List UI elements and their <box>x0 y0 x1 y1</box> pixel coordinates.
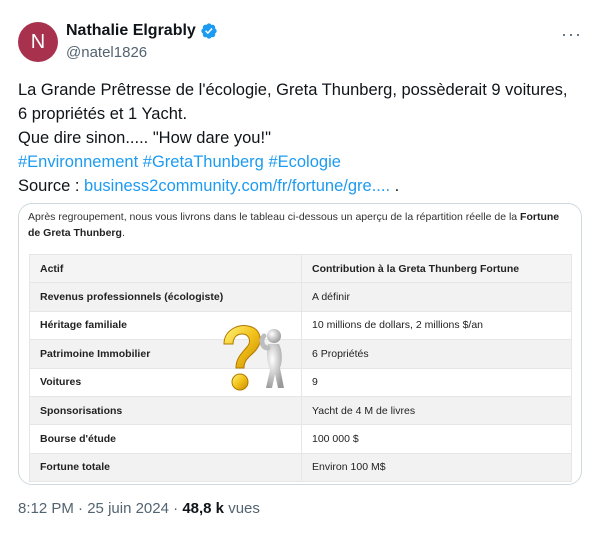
table-cell-asset: Sponsorisations <box>29 395 302 426</box>
tweet-text: La Grande Prêtresse de l'écologie, Greta… <box>18 78 588 198</box>
more-options-icon[interactable]: ··· <box>561 24 582 45</box>
tweet-line-3: Que dire sinon..... "How dare you!" <box>18 129 271 147</box>
tweet-line-2: 6 propriétés et 1 Yacht. <box>18 105 188 123</box>
table-cell-asset: Bourse d'étude <box>29 424 302 454</box>
table-cell-value: Environ 100 M$ <box>301 452 572 483</box>
table-cell-value: 100 000 $ <box>301 424 572 454</box>
hashtag-gretathunberg[interactable]: #GretaThunberg <box>143 153 264 171</box>
card-intro: Après regroupement, nous vous livrons da… <box>28 209 574 241</box>
user-handle[interactable]: @natel1826 <box>66 44 147 61</box>
table-row: Voitures 9 <box>29 367 572 397</box>
hashtag-ecologie[interactable]: #Ecologie <box>268 153 340 171</box>
source-link[interactable]: business2community.com/fr/fortune/gre...… <box>84 177 390 195</box>
table-cell-asset: Revenus professionnels (écologiste) <box>29 282 302 312</box>
views-count: 48,8 k <box>182 500 225 517</box>
meta-separator: · <box>168 500 183 517</box>
card-intro-text: Après regroupement, nous vous livrons da… <box>28 211 521 223</box>
table-header-row: Actif Contribution à la Greta Thunberg F… <box>29 253 572 284</box>
meta-separator: · <box>73 500 88 517</box>
source-label: Source : <box>18 177 85 195</box>
table-cell-value: 10 millions de dollars, 2 millions $/an <box>301 310 572 341</box>
table-row: Bourse d'étude 100 000 $ <box>29 424 572 454</box>
table-row: Fortune totale Environ 100 M$ <box>29 452 572 483</box>
table-row: Revenus professionnels (écologiste) A dé… <box>29 282 572 312</box>
table-row: Héritage familiale 10 millions de dollar… <box>29 310 572 341</box>
fortune-table: Actif Contribution à la Greta Thunberg F… <box>29 253 572 483</box>
card-intro-end: . <box>121 227 125 239</box>
source-suffix: . <box>390 177 400 195</box>
tweet-time[interactable]: 8:12 PM <box>18 500 74 517</box>
table-row: Patrimoine Immobilier 6 Propriétés <box>29 339 572 369</box>
views-label: vues <box>224 500 260 517</box>
display-name[interactable]: Nathalie Elgrably <box>66 22 196 40</box>
avatar-letter: N <box>30 30 46 53</box>
tweet-date[interactable]: 25 juin 2024 <box>87 500 169 517</box>
table-cell-value: A définir <box>301 282 572 312</box>
table-cell-value: 6 Propriétés <box>301 339 572 369</box>
tweet-line-1: La Grande Prêtresse de l'écologie, Greta… <box>18 81 568 99</box>
table-row: Sponsorisations Yacht de 4 M de livres <box>29 395 572 426</box>
table-cell-asset: Fortune totale <box>29 452 302 483</box>
hashtag-environnement[interactable]: #Environnement <box>18 153 138 171</box>
source-line: Source : business2community.com/fr/fortu… <box>18 174 588 198</box>
hashtags-line: #Environnement #GretaThunberg #Ecologie <box>18 150 588 174</box>
table-header-contribution: Contribution à la Greta Thunberg Fortune <box>301 253 572 284</box>
table-cell-value: 9 <box>301 367 572 397</box>
table-header-actif: Actif <box>29 253 302 284</box>
verified-badge-icon <box>201 23 217 39</box>
tweet-meta: 8:12 PM · 25 juin 2024 · 48,8 k vues <box>18 500 260 517</box>
name-row: Nathalie Elgrably <box>66 22 218 40</box>
avatar[interactable]: N <box>18 22 58 62</box>
media-card[interactable]: Après regroupement, nous vous livrons da… <box>18 203 582 485</box>
tweet-header: N Nathalie Elgrably @natel1826 ··· <box>18 18 582 66</box>
question-mark-figure-icon <box>223 325 284 391</box>
table-cell-value: Yacht de 4 M de livres <box>301 395 572 426</box>
